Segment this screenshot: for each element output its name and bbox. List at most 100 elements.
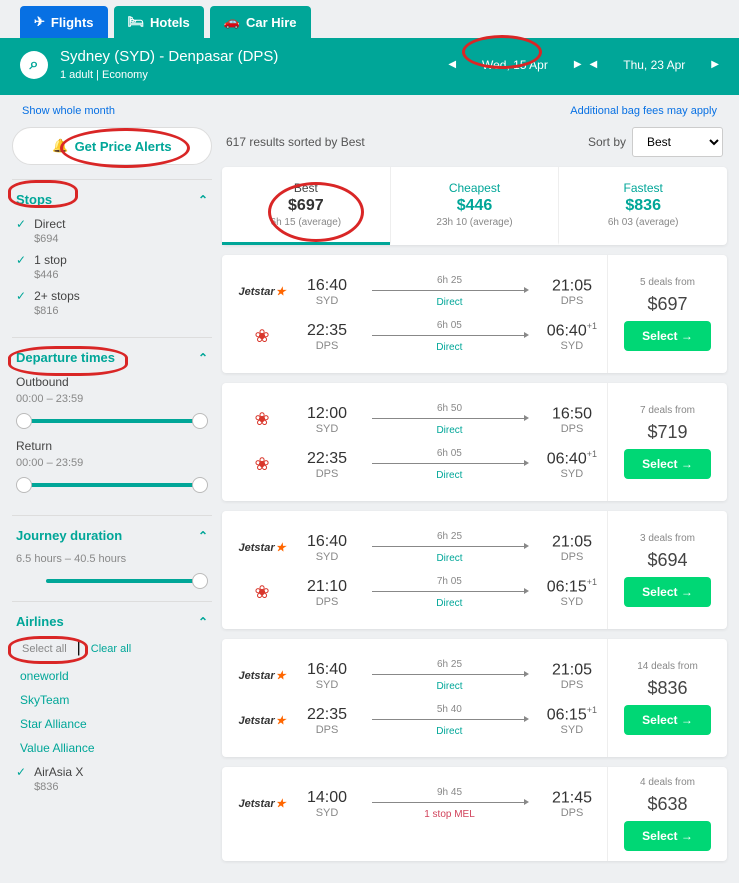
dep-time: 22:35 — [302, 322, 352, 340]
flight-leg: ❀ 22:35DPS 6h 05Direct 06:40+1SYD — [232, 442, 597, 487]
stop-info: Direct — [362, 553, 537, 564]
select-button[interactable]: Select → — [624, 705, 711, 735]
result-card: ❀ 12:00SYD 6h 50Direct 16:50DPS ❀ 22:35D… — [222, 383, 727, 501]
outbound-slider[interactable] — [16, 413, 208, 429]
chevron-up-icon: ⌃ — [198, 529, 208, 543]
carrier-option[interactable]: ✓AirAsia X$836 — [16, 765, 208, 793]
chevron-up-icon: ⌃ — [198, 351, 208, 365]
result-card: Jetstar 16:40SYD 6h 25Direct 21:05DPS Je… — [222, 639, 727, 757]
stop-option[interactable]: ✓Direct$694 — [16, 217, 208, 245]
check-icon: ✓ — [16, 289, 26, 303]
select-button[interactable]: Select → — [624, 321, 711, 351]
stop-option[interactable]: ✓1 stop$446 — [16, 253, 208, 281]
dep-time: 16:40 — [302, 661, 352, 679]
duration: 6h 25 — [362, 531, 537, 542]
summary-fastest[interactable]: Fastest$8366h 03 (average) — [558, 167, 727, 245]
outbound-label: Outbound — [16, 375, 208, 389]
depart-next[interactable]: ▶ — [574, 59, 582, 70]
return-slider[interactable] — [16, 477, 208, 493]
chevron-up-icon: ⌃ — [198, 193, 208, 207]
tab-flights[interactable]: ✈ Flights — [20, 6, 108, 38]
filter-times-toggle[interactable]: Departure times⌃ — [16, 350, 208, 365]
duration: 9h 45 — [362, 787, 537, 798]
duration-range: 6.5 hours – 40.5 hours — [16, 553, 208, 565]
search-icon[interactable]: ⌕ — [20, 51, 48, 79]
sort-label: Sort by — [588, 135, 626, 149]
arr-time: 06:15+1 — [547, 705, 597, 724]
airline-logo: Jetstar — [232, 797, 292, 810]
arr-city: DPS — [547, 807, 597, 819]
arr-time: 21:05 — [547, 276, 597, 295]
bag-fees-link[interactable]: Additional bag fees may apply — [570, 105, 717, 117]
return-prev[interactable]: ◀ — [590, 59, 598, 70]
summary-cheapest[interactable]: Cheapest$44623h 10 (average) — [390, 167, 559, 245]
airline-logo: Jetstar — [232, 541, 292, 554]
return-next[interactable]: ▶ — [711, 59, 719, 70]
arr-city: DPS — [547, 679, 597, 691]
tab-carhire-label: Car Hire — [246, 15, 297, 30]
select-button[interactable]: Select → — [624, 449, 711, 479]
dep-city: SYD — [302, 295, 352, 307]
flight-leg: Jetstar 14:00SYD 9h 451 stop MEL 21:45DP… — [232, 781, 597, 826]
depart-date[interactable]: Wed, 15 Apr — [464, 58, 566, 72]
airline-logo: ❀ — [232, 582, 292, 603]
flight-leg: ❀ 22:35DPS 6h 05Direct 06:40+1SYD — [232, 314, 597, 359]
route-text: Sydney (SYD) - Denpasar (DPS) — [60, 48, 436, 65]
stop-info: Direct — [362, 681, 537, 692]
airline-logo: Jetstar — [232, 285, 292, 298]
dep-time: 21:10 — [302, 578, 352, 596]
alliance-option[interactable]: Star Alliance — [20, 717, 204, 731]
check-icon: ✓ — [16, 217, 26, 231]
arr-time: 06:15+1 — [547, 577, 597, 596]
select-button[interactable]: Select → — [624, 821, 711, 851]
deals-count: 3 deals from — [640, 533, 695, 544]
alliance-option[interactable]: oneworld — [20, 669, 204, 683]
dep-time: 22:35 — [302, 706, 352, 724]
duration: 6h 05 — [362, 320, 537, 331]
arr-time: 21:05 — [547, 532, 597, 551]
stop-info: 1 stop MEL — [362, 809, 537, 820]
tab-flights-label: Flights — [51, 15, 94, 30]
deals-count: 5 deals from — [640, 277, 695, 288]
select-all-link[interactable]: Select all — [16, 639, 73, 659]
dep-time: 12:00 — [302, 405, 352, 423]
summary-best[interactable]: Best$6976h 15 (average) — [222, 167, 390, 245]
chevron-up-icon: ⌃ — [198, 615, 208, 629]
alliance-option[interactable]: SkyTeam — [20, 693, 204, 707]
arr-time: 21:45 — [547, 788, 597, 807]
airline-logo: ❀ — [232, 409, 292, 430]
return-range: 00:00 – 23:59 — [16, 457, 208, 469]
tab-hotels[interactable]: 🛏 Hotels — [114, 6, 204, 38]
select-button[interactable]: Select → — [624, 577, 711, 607]
dep-city: DPS — [302, 724, 352, 736]
whole-month-link[interactable]: Show whole month — [22, 105, 115, 117]
arr-city: DPS — [547, 295, 597, 307]
outbound-range: 00:00 – 23:59 — [16, 393, 208, 405]
dep-time: 16:40 — [302, 533, 352, 551]
stop-info: Direct — [362, 425, 537, 436]
filter-duration-toggle[interactable]: Journey duration⌃ — [16, 528, 208, 543]
duration-slider[interactable] — [16, 573, 208, 589]
sort-select[interactable]: Best — [632, 127, 723, 157]
alliance-option[interactable]: Value Alliance — [20, 741, 204, 755]
arr-time: 21:05 — [547, 660, 597, 679]
flight-leg: ❀ 21:10DPS 7h 05Direct 06:15+1SYD — [232, 570, 597, 615]
clear-all-link[interactable]: Clear all — [85, 639, 137, 659]
dep-time: 22:35 — [302, 450, 352, 468]
result-card: Jetstar 16:40SYD 6h 25Direct 21:05DPS ❀ … — [222, 255, 727, 373]
dep-city: SYD — [302, 551, 352, 563]
depart-prev[interactable]: ◀ — [448, 59, 456, 70]
tab-carhire[interactable]: 🚗 Car Hire — [210, 6, 311, 38]
airline-logo: Jetstar — [232, 714, 292, 727]
dep-city: DPS — [302, 340, 352, 352]
result-price: $719 — [647, 422, 687, 443]
dep-city: SYD — [302, 423, 352, 435]
stop-option[interactable]: ✓2+ stops$816 — [16, 289, 208, 317]
return-date[interactable]: Thu, 23 Apr — [605, 58, 703, 72]
filter-stops-toggle[interactable]: Stops⌃ — [16, 192, 208, 207]
filter-airlines-toggle[interactable]: Airlines⌃ — [16, 614, 208, 629]
deals-count: 7 deals from — [640, 405, 695, 416]
results-count: 617 results sorted by Best — [226, 135, 365, 149]
duration: 6h 25 — [362, 275, 537, 286]
price-alert-button[interactable]: 🔔 Get Price Alerts — [12, 127, 212, 165]
